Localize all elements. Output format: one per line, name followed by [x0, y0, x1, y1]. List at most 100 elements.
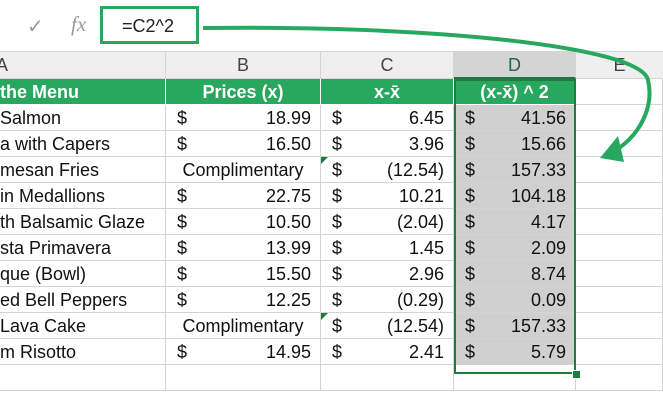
price-cell[interactable]: $18.99 — [166, 105, 321, 131]
deviation-cell[interactable]: $ (12.54) — [321, 313, 454, 339]
item-cell[interactable]: mesan Fries — [0, 157, 166, 183]
currency-symbol: $ — [332, 108, 343, 128]
column-header-b[interactable]: B — [166, 52, 321, 79]
squared-cell[interactable]: $8.74 — [454, 261, 576, 287]
currency-symbol: $ — [332, 186, 343, 206]
column-header-e[interactable]: E — [576, 52, 663, 79]
price-value: 14.95 — [265, 342, 311, 362]
empty-cell[interactable] — [576, 261, 663, 287]
squared-cell[interactable]: $104.18 — [454, 183, 576, 209]
item-cell[interactable]: Salmon — [0, 105, 166, 131]
empty-cell[interactable] — [576, 209, 663, 235]
empty-cell[interactable] — [576, 105, 663, 131]
empty-cell[interactable] — [576, 131, 663, 157]
check-icon[interactable]: ✓ — [27, 14, 44, 39]
price-value: 13.99 — [265, 238, 311, 258]
squared-cell[interactable]: $157.33 — [454, 313, 576, 339]
deviation-cell[interactable]: $6.45 — [321, 105, 454, 131]
item-name: que (Bowl) — [0, 264, 87, 284]
empty-cell[interactable] — [576, 235, 663, 261]
item-cell[interactable]: th Balsamic Glaze — [0, 209, 166, 235]
price-cell[interactable]: $22.75 — [166, 183, 321, 209]
deviation-cell[interactable]: $2.41 — [321, 339, 454, 365]
deviation-cell[interactable]: $ (0.29) — [321, 287, 454, 313]
item-name: a with Capers — [0, 134, 111, 154]
header-cell-squared[interactable]: (x-x̄) ^ 2 — [454, 79, 576, 105]
squared-cell[interactable]: $157.33 — [454, 157, 576, 183]
deviation-value: 6.45 — [408, 108, 444, 128]
deviation-cell[interactable]: $ (12.54) — [321, 157, 454, 183]
item-cell[interactable]: que (Bowl) — [0, 261, 166, 287]
column-header-a[interactable]: A — [0, 52, 166, 79]
header-cell-item[interactable]: the Menu — [0, 79, 166, 105]
price-cell[interactable]: $12.25 — [166, 287, 321, 313]
empty-cell[interactable] — [576, 339, 663, 365]
currency-symbol: $ — [177, 290, 188, 310]
currency-symbol: $ — [177, 238, 188, 258]
empty-cell[interactable] — [166, 365, 321, 391]
squared-cell[interactable]: $5.79 — [454, 339, 576, 365]
empty-cell[interactable] — [576, 287, 663, 313]
deviation-value: 2.96 — [408, 264, 444, 284]
empty-cell[interactable] — [454, 365, 576, 391]
error-indicator — [321, 313, 328, 320]
item-cell[interactable]: a with Capers — [0, 131, 166, 157]
deviation-value: (12.54) — [386, 316, 444, 336]
item-cell[interactable]: Lava Cake — [0, 313, 166, 339]
squared-cell[interactable]: $4.17 — [454, 209, 576, 235]
squared-value: 41.56 — [520, 108, 566, 128]
price-cell[interactable]: $15.50 — [166, 261, 321, 287]
column-header-c[interactable]: C — [321, 52, 454, 79]
empty-cell[interactable] — [321, 365, 454, 391]
item-cell[interactable]: sta Primavera — [0, 235, 166, 261]
header-cell-deviation[interactable]: x-x̄ — [321, 79, 454, 105]
deviation-value: 2.41 — [408, 342, 444, 362]
item-cell[interactable]: in Medallions — [0, 183, 166, 209]
column-header-d[interactable]: D — [454, 52, 576, 79]
fill-handle[interactable] — [572, 370, 581, 379]
squared-cell[interactable]: $2.09 — [454, 235, 576, 261]
price-cell[interactable]: $10.50 — [166, 209, 321, 235]
squared-cell[interactable]: $0.09 — [454, 287, 576, 313]
item-name: sta Primavera — [0, 238, 112, 258]
price-value: 12.25 — [265, 290, 311, 310]
deviation-value: (0.29) — [396, 290, 444, 310]
price-cell[interactable]: $16.50 — [166, 131, 321, 157]
currency-symbol: $ — [332, 264, 343, 284]
squared-cell[interactable]: $41.56 — [454, 105, 576, 131]
currency-symbol: $ — [177, 134, 188, 154]
empty-cell[interactable] — [576, 183, 663, 209]
currency-symbol: $ — [465, 264, 476, 284]
price-cell[interactable]: $13.99 — [166, 235, 321, 261]
empty-cell[interactable] — [576, 79, 663, 105]
currency-symbol: $ — [465, 212, 476, 232]
currency-symbol: $ — [465, 160, 476, 180]
empty-cell[interactable] — [576, 157, 663, 183]
price-cell[interactable]: Complimentary — [166, 157, 321, 183]
deviation-cell[interactable]: $1.45 — [321, 235, 454, 261]
deviation-cell[interactable]: $ (2.04) — [321, 209, 454, 235]
squared-value: 157.33 — [510, 160, 566, 180]
deviation-value: 10.21 — [398, 186, 444, 206]
price-value: 18.99 — [265, 108, 311, 128]
empty-cell[interactable] — [576, 313, 663, 339]
currency-symbol: $ — [465, 186, 476, 206]
formula-input[interactable]: =C2^2 — [100, 6, 199, 44]
currency-symbol: $ — [177, 264, 188, 284]
item-cell[interactable]: ed Bell Peppers — [0, 287, 166, 313]
deviation-cell[interactable]: $2.96 — [321, 261, 454, 287]
empty-cell[interactable] — [576, 365, 663, 391]
empty-cell[interactable] — [0, 365, 166, 391]
squared-value: 5.79 — [530, 342, 566, 362]
squared-value: 8.74 — [530, 264, 566, 284]
price-cell[interactable]: Complimentary — [166, 313, 321, 339]
item-cell[interactable]: m Risotto — [0, 339, 166, 365]
fx-icon[interactable]: fx — [71, 12, 86, 37]
deviation-cell[interactable]: $10.21 — [321, 183, 454, 209]
price-text: Complimentary — [182, 160, 304, 180]
squared-cell[interactable]: $15.66 — [454, 131, 576, 157]
price-cell[interactable]: $14.95 — [166, 339, 321, 365]
deviation-cell[interactable]: $3.96 — [321, 131, 454, 157]
header-cell-price[interactable]: Prices (x) — [166, 79, 321, 105]
squared-value: 104.18 — [510, 186, 566, 206]
